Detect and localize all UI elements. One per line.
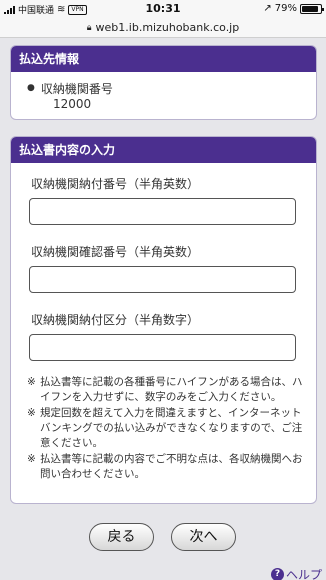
note-mark: ※ (27, 453, 36, 465)
payee-info-panel: 払込先情報 ● 収納機関番号 12000 (10, 45, 317, 120)
payee-info-title: 払込先情報 (11, 46, 316, 72)
confirmation-number-input[interactable] (29, 266, 296, 293)
payment-category-input[interactable] (29, 334, 296, 361)
confirmation-number-label: 収納機関確認番号（半角英数） (31, 245, 200, 259)
note-mark: ※ (27, 376, 36, 388)
next-button[interactable]: 次へ (171, 523, 236, 551)
note-text: 払込書等に記載の内容でご不明な点は、各収納機関へお問い合わせください。 (40, 453, 303, 480)
help-label: ヘルプ (285, 568, 322, 580)
battery-icon (300, 3, 324, 14)
payment-number-label: 収納機関納付番号（半角英数） (31, 177, 200, 191)
status-right: ↗ 79% (263, 3, 324, 14)
note-text: 規定回数を超えて入力を間違えますと、インターネットバンキングでの払い込みができな… (40, 407, 303, 449)
battery-percent: 79% (274, 3, 297, 14)
notes: ※ 払込書等に記載の各種番号にハイフンがある場合は、ハイフンを入力せずに、数字の… (27, 375, 307, 483)
payee-item-value: 12000 (53, 97, 92, 111)
payment-input-panel: 払込書内容の入力 収納機関納付番号（半角英数） 収納機関確認番号（半角英数） 収… (10, 136, 317, 504)
help-icon: ? (270, 568, 284, 580)
lock-icon: 🔒︎ (86, 22, 92, 33)
note-item: ※ 払込書等に記載の各種番号にハイフンがある場合は、ハイフンを入力せずに、数字の… (27, 375, 307, 405)
note-item: ※ 払込書等に記載の内容でご不明な点は、各収納機関へお問い合わせください。 (27, 452, 307, 482)
note-text: 払込書等に記載の各種番号にハイフンがある場合は、ハイフンを入力せずに、数字のみを… (40, 376, 303, 403)
payment-input-title: 払込書内容の入力 (11, 137, 316, 163)
note-item: ※ 規定回数を超えて入力を間違えますと、インターネットバンキングでの払い込みがで… (27, 406, 307, 451)
payee-item-label: 収納機関番号 (40, 82, 113, 96)
address-bar[interactable]: 🔒︎ web1.ib.mizuhobank.co.jp (0, 18, 326, 38)
bullet-icon: ● (27, 83, 35, 93)
back-button[interactable]: 戻る (89, 523, 154, 551)
url-text[interactable]: web1.ib.mizuhobank.co.jp (96, 21, 240, 34)
location-icon: ↗ (263, 3, 272, 14)
help-link[interactable]: ? ヘルプ (270, 566, 322, 580)
note-mark: ※ (27, 407, 36, 419)
payment-category-label: 収納機関納付区分（半角数字） (31, 313, 200, 327)
payment-number-input[interactable] (29, 198, 296, 225)
status-bar: 中国联通 ≋ VPN 10:31 ↗ 79% (0, 0, 326, 18)
payee-info-item: ● 収納機関番号 (27, 80, 113, 97)
